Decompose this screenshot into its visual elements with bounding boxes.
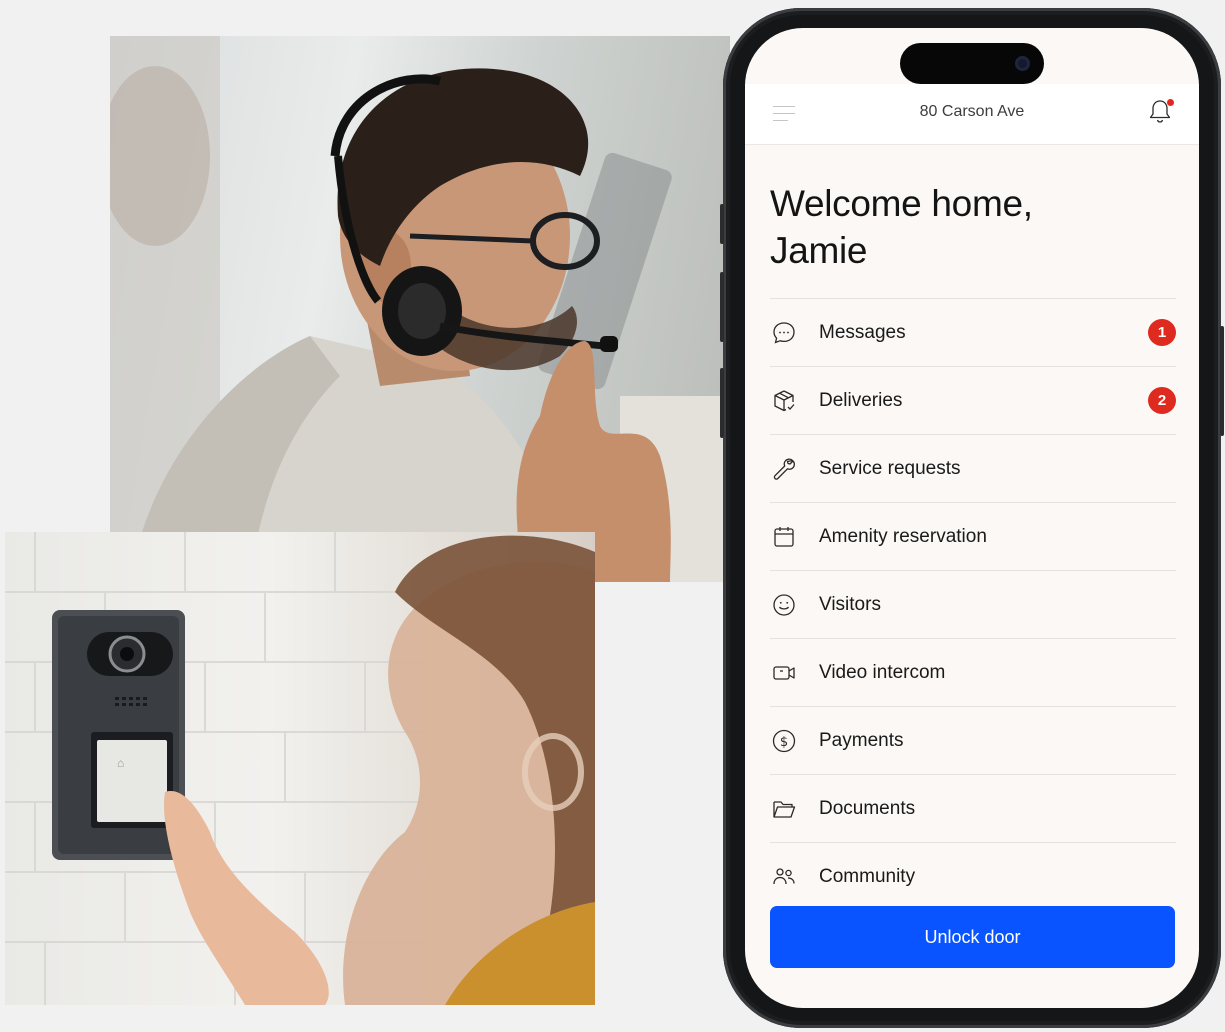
building-address: 80 Carson Ave (919, 103, 1025, 120)
smiley-icon (770, 591, 798, 619)
bell-icon[interactable] (1148, 98, 1174, 126)
video-camera-icon (770, 659, 798, 687)
intercom-illustration: ⌂ (5, 532, 595, 1005)
menu-item-deliveries[interactable]: Deliveries 2 (770, 366, 1176, 434)
action-button (720, 204, 724, 244)
phone-mockup: 80 Carson Ave Welcome home, Jamie Messag… (720, 8, 1224, 1028)
calendar-icon (770, 523, 798, 551)
power-button (1220, 326, 1224, 436)
app-screen: 80 Carson Ave Welcome home, Jamie Messag… (745, 28, 1199, 1008)
dynamic-island (900, 43, 1044, 84)
photo-video-intercom: ⌂ (5, 532, 595, 1005)
package-icon (770, 387, 798, 415)
welcome-heading: Welcome home, Jamie (770, 180, 1170, 274)
volume-down-button (720, 368, 724, 438)
menu-item-community[interactable]: Community (770, 842, 1176, 910)
app-header: 80 Carson Ave (745, 84, 1199, 145)
unlock-door-button[interactable]: Unlock door (770, 906, 1175, 968)
deliveries-badge: 2 (1148, 387, 1176, 414)
menu-item-label: Community (819, 865, 916, 887)
chat-bubble-icon (770, 319, 798, 347)
menu-item-documents[interactable]: Documents (770, 774, 1176, 842)
photo-support-agent (110, 36, 730, 582)
menu-item-service-requests[interactable]: Service requests (770, 434, 1176, 502)
front-camera (1015, 56, 1030, 71)
messages-badge: 1 (1148, 319, 1176, 346)
key-card-icon: ⌂ (117, 756, 124, 770)
menu-item-label: Documents (819, 797, 916, 819)
menu-item-label: Deliveries (819, 389, 903, 411)
people-icon (770, 863, 798, 891)
welcome-line-2: Jamie (770, 230, 868, 271)
svg-text:$: $ (780, 735, 788, 750)
menu-item-label: Visitors (819, 593, 881, 615)
wrench-icon (770, 455, 798, 483)
support-agent-illustration (110, 36, 730, 582)
menu-item-label: Video intercom (819, 661, 946, 683)
menu-item-label: Messages (819, 321, 906, 343)
menu-item-label: Amenity reservation (819, 525, 987, 547)
menu-item-messages[interactable]: Messages 1 (770, 298, 1176, 366)
folder-icon (770, 795, 798, 823)
menu-item-visitors[interactable]: Visitors (770, 570, 1176, 638)
notification-dot (1167, 99, 1174, 106)
menu-item-amenity-reservation[interactable]: Amenity reservation (770, 502, 1176, 570)
menu-item-video-intercom[interactable]: Video intercom (770, 638, 1176, 706)
welcome-line-1: Welcome home, (770, 183, 1033, 224)
menu-list: Messages 1 Deliveries 2 Service requests (770, 298, 1176, 910)
menu-item-label: Payments (819, 729, 904, 751)
volume-up-button (720, 272, 724, 342)
menu-item-label: Service requests (819, 457, 961, 479)
menu-item-payments[interactable]: $ Payments (770, 706, 1176, 774)
dollar-circle-icon: $ (770, 727, 798, 755)
